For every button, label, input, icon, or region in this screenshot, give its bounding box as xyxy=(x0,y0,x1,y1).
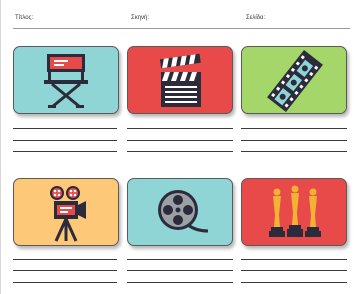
film-projector-icon xyxy=(50,186,86,242)
writing-line xyxy=(127,128,233,129)
writing-line xyxy=(127,270,233,271)
writing-line xyxy=(13,140,117,141)
storyboard-frame-4[interactable] xyxy=(13,178,119,246)
clapperboard-icon xyxy=(159,53,201,107)
writing-line xyxy=(13,259,117,260)
writing-line xyxy=(13,282,117,283)
writing-line xyxy=(13,128,117,129)
writing-line xyxy=(13,151,117,152)
film-reel-icon xyxy=(158,190,209,233)
page-label: Σελίδα: xyxy=(246,15,266,21)
writing-line xyxy=(13,270,117,271)
writing-line xyxy=(241,151,347,152)
writing-line xyxy=(241,259,347,260)
writing-line xyxy=(127,259,233,260)
scene-label: Σκηνή: xyxy=(131,15,150,21)
writing-line xyxy=(241,128,347,129)
storyboard-frame-2[interactable] xyxy=(127,46,233,114)
writing-line xyxy=(127,282,233,283)
writing-line xyxy=(241,270,347,271)
storyboard-frame-3[interactable] xyxy=(241,46,347,114)
title-label: Τίτλος: xyxy=(15,15,34,21)
header-underline xyxy=(13,28,350,29)
storyboard-frame-6[interactable] xyxy=(241,178,347,246)
page-edge xyxy=(0,0,1,294)
storyboard-frame-5[interactable] xyxy=(127,178,233,246)
writing-line xyxy=(127,151,233,152)
director-chair-icon xyxy=(44,54,88,109)
writing-line xyxy=(127,140,233,141)
award-statuettes-icon xyxy=(269,185,321,237)
storyboard-frame-1[interactable] xyxy=(13,46,119,114)
writing-line xyxy=(241,140,347,141)
film-strip-icon xyxy=(267,49,323,113)
writing-line xyxy=(241,282,347,283)
